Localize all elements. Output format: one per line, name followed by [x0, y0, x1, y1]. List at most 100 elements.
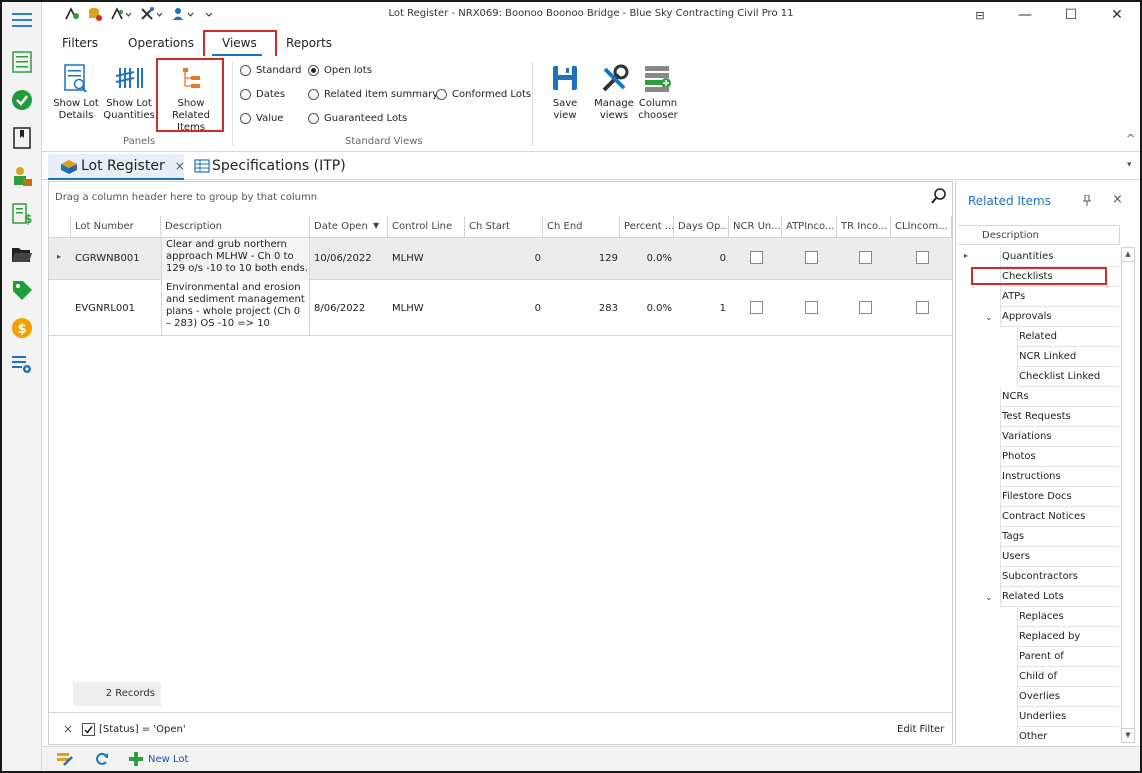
dollar-coin-icon[interactable]: $: [10, 316, 34, 340]
related-item[interactable]: Overlies: [1017, 687, 1119, 707]
scroll-up-icon[interactable]: ▲: [1122, 248, 1134, 262]
tab-operations[interactable]: Operations: [128, 36, 194, 50]
list-settings-icon[interactable]: [10, 352, 34, 376]
radio-value[interactable]: Value: [240, 113, 283, 124]
scroll-down-icon[interactable]: ▼: [1122, 728, 1134, 742]
col-lot-number[interactable]: Lot Number: [71, 216, 161, 238]
related-item[interactable]: Underlies: [1017, 707, 1119, 727]
column-chooser-button[interactable]: Column chooser: [637, 64, 679, 122]
hamburger-menu-icon[interactable]: [10, 8, 34, 32]
contractor-icon[interactable]: [10, 164, 34, 188]
related-item[interactable]: Related Lots: [1000, 587, 1119, 607]
pin-icon[interactable]: [1082, 194, 1092, 210]
radio-guaranteed-lots[interactable]: Guaranteed Lots: [308, 113, 407, 124]
close-panel-icon[interactable]: ×: [1112, 192, 1123, 207]
related-item[interactable]: Instructions: [1000, 467, 1119, 487]
save-view-button[interactable]: Save view: [540, 64, 590, 122]
clear-filter-icon[interactable]: ×: [63, 722, 73, 736]
related-item[interactable]: ATPs: [1000, 287, 1119, 307]
lot-edit-icon[interactable]: [56, 751, 74, 770]
manage-views-button[interactable]: Manage views: [593, 64, 635, 122]
radio-related-item-summary[interactable]: Related item summary: [308, 89, 438, 100]
tab-filters[interactable]: Filters: [62, 36, 98, 50]
search-icon[interactable]: [931, 188, 947, 207]
filter-enabled-checkbox[interactable]: [82, 723, 95, 736]
radio-open-lots[interactable]: Open lots: [308, 65, 372, 76]
related-item[interactable]: Photos: [1000, 447, 1119, 467]
open-folder-icon[interactable]: [10, 242, 34, 266]
tr-incomplete-checkbox[interactable]: [859, 301, 872, 314]
row-expand-icon[interactable]: ▸: [964, 251, 968, 260]
sort-desc-icon[interactable]: ▼: [373, 221, 379, 230]
collapse-ribbon-chevron-icon[interactable]: ^: [1126, 132, 1135, 145]
col-ch-end[interactable]: Ch End: [543, 216, 620, 238]
invoice-dollar-icon[interactable]: $: [10, 202, 34, 226]
tag-icon[interactable]: [10, 278, 34, 302]
tab-lot-register[interactable]: Lot Register ×: [60, 158, 185, 174]
cl-incomplete-checkbox[interactable]: [916, 251, 929, 264]
close-tab-icon[interactable]: ×: [175, 159, 185, 173]
minimize-button[interactable]: —: [1008, 4, 1042, 26]
checklist-check-icon[interactable]: [10, 88, 34, 112]
atp-incomplete-checkbox[interactable]: [805, 251, 818, 264]
group-by-hint[interactable]: Drag a column header here to group by th…: [55, 192, 317, 203]
related-item[interactable]: NCRs: [1000, 387, 1119, 407]
col-percent[interactable]: Percent ...: [620, 216, 674, 238]
related-item[interactable]: Replaces: [1017, 607, 1119, 627]
filter-expression[interactable]: [Status] = 'Open': [99, 724, 186, 735]
related-item[interactable]: Test Requests: [1000, 407, 1119, 427]
lot-register-icon[interactable]: [10, 50, 34, 74]
col-ncr-unresolved[interactable]: NCR Un...: [729, 216, 782, 238]
radio-standard[interactable]: Standard: [240, 65, 302, 76]
tr-incomplete-checkbox[interactable]: [859, 251, 872, 264]
edit-filter-button[interactable]: Edit Filter: [897, 724, 944, 735]
col-control-line[interactable]: Control Line: [388, 216, 465, 238]
related-item[interactable]: Variations: [1000, 427, 1119, 447]
related-lots-collapse-icon[interactable]: ⌄: [985, 593, 993, 603]
atp-incomplete-checkbox[interactable]: [805, 301, 818, 314]
cl-incomplete-checkbox[interactable]: [916, 301, 929, 314]
maximize-button[interactable]: ☐: [1054, 4, 1088, 26]
col-description[interactable]: Description: [161, 216, 310, 238]
lot-details-icon: [64, 64, 87, 93]
related-item[interactable]: Other: [1017, 727, 1119, 747]
related-item[interactable]: Contract Notices: [1000, 507, 1119, 527]
ncr-unresolved-checkbox[interactable]: [750, 301, 763, 314]
col-days-open[interactable]: Days Op...: [674, 216, 729, 238]
related-item[interactable]: Quantities: [1000, 247, 1119, 267]
show-lot-details-button[interactable]: Show Lot Details: [52, 64, 100, 122]
show-lot-quantities-button[interactable]: Show Lot Quantities: [103, 64, 155, 122]
col-ch-start[interactable]: Ch Start: [465, 216, 543, 238]
row-expand-icon[interactable]: ▸: [57, 252, 61, 261]
cell-lot-number: CGRWNB001: [75, 253, 140, 264]
close-button[interactable]: ✕: [1100, 4, 1134, 26]
radio-conformed-lots[interactable]: Conformed Lots: [436, 89, 531, 100]
related-item[interactable]: Users: [1000, 547, 1119, 567]
related-item[interactable]: NCR Linked: [1017, 347, 1119, 367]
col-cl-incomplete[interactable]: CLIncom...: [891, 216, 952, 238]
related-item[interactable]: Tags: [1000, 527, 1119, 547]
new-lot-button[interactable]: New Lot: [128, 751, 188, 767]
related-item[interactable]: Filestore Docs: [1000, 487, 1119, 507]
radio-dates[interactable]: Dates: [240, 89, 285, 100]
related-item[interactable]: Checklist Linked: [1017, 367, 1119, 387]
related-col-description[interactable]: Description: [958, 225, 1120, 245]
related-item[interactable]: Replaced by: [1017, 627, 1119, 647]
tab-specifications[interactable]: Specifications (ITP): [194, 158, 346, 174]
ribbon-display-icon[interactable]: ⊟: [963, 4, 997, 26]
ncr-unresolved-checkbox[interactable]: [750, 251, 763, 264]
related-item[interactable]: Approvals: [1000, 307, 1119, 327]
col-atp-incomplete[interactable]: ATPInco...: [782, 216, 837, 238]
cell-lot-number: EVGNRL001: [75, 303, 135, 314]
related-item[interactable]: Parent of: [1017, 647, 1119, 667]
tab-list-dropdown-icon[interactable]: ▾: [1127, 160, 1132, 170]
refresh-icon[interactable]: [94, 751, 110, 770]
tab-reports[interactable]: Reports: [286, 36, 332, 50]
related-item[interactable]: Related: [1017, 327, 1119, 347]
related-item[interactable]: Child of: [1017, 667, 1119, 687]
related-scrollbar[interactable]: ▲ ▼: [1121, 247, 1135, 743]
approvals-collapse-icon[interactable]: ⌄: [985, 313, 993, 323]
col-tr-incomplete[interactable]: TR Inco...: [837, 216, 891, 238]
related-item[interactable]: Subcontractors: [1000, 567, 1119, 587]
bookmark-doc-icon[interactable]: [10, 126, 34, 150]
